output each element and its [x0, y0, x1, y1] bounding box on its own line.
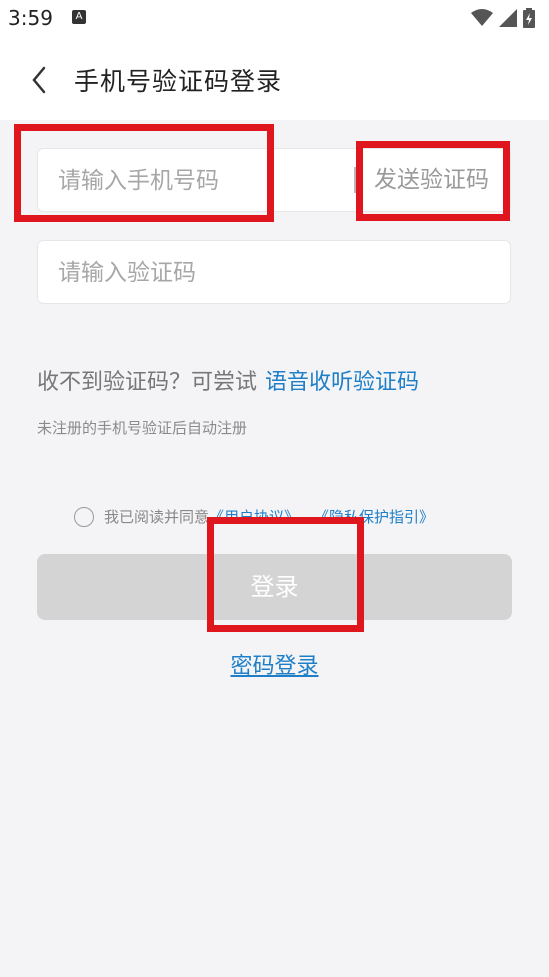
no-code-text: 收不到验证码？可尝试 [37, 370, 258, 395]
no-code-hint: 收不到验证码？可尝试 语音收听验证码 [37, 364, 419, 396]
phone-input[interactable] [56, 149, 360, 213]
agree-separator: 、 [299, 508, 315, 526]
status-bar: 3:59 A [0, 0, 549, 38]
code-input[interactable] [56, 241, 490, 305]
chevron-left-icon [32, 66, 46, 94]
privacy-link[interactable]: 《隐私保护指引》 [314, 506, 434, 527]
phone-field: 发送验证码 [37, 148, 511, 213]
battery-icon [523, 8, 535, 28]
status-time: 3:59 [8, 6, 53, 30]
divider [354, 167, 356, 193]
user-agreement-link[interactable]: 《用户协议》 [209, 506, 299, 527]
status-icons [471, 8, 535, 28]
password-login-link[interactable]: 密码登录 [0, 648, 549, 680]
page-title: 手机号验证码登录 [74, 67, 283, 96]
back-button[interactable] [28, 60, 58, 100]
auto-register-note: 未注册的手机号验证后自动注册 [37, 419, 248, 437]
agreement-row: 我已阅读并同意 《用户协议》 、 《隐私保护指引》 [74, 506, 434, 527]
notification-icon: A [72, 10, 86, 24]
header: 手机号验证码登录 [0, 38, 549, 120]
code-field [37, 240, 511, 305]
agree-radio[interactable] [74, 506, 94, 527]
login-button[interactable]: 登录 [37, 554, 512, 620]
send-code-button[interactable]: 发送验证码 [374, 149, 489, 211]
signal-icon [499, 9, 517, 27]
agree-prefix: 我已阅读并同意 [104, 508, 210, 526]
voice-code-link[interactable]: 语音收听验证码 [265, 370, 419, 395]
wifi-icon [471, 9, 493, 26]
